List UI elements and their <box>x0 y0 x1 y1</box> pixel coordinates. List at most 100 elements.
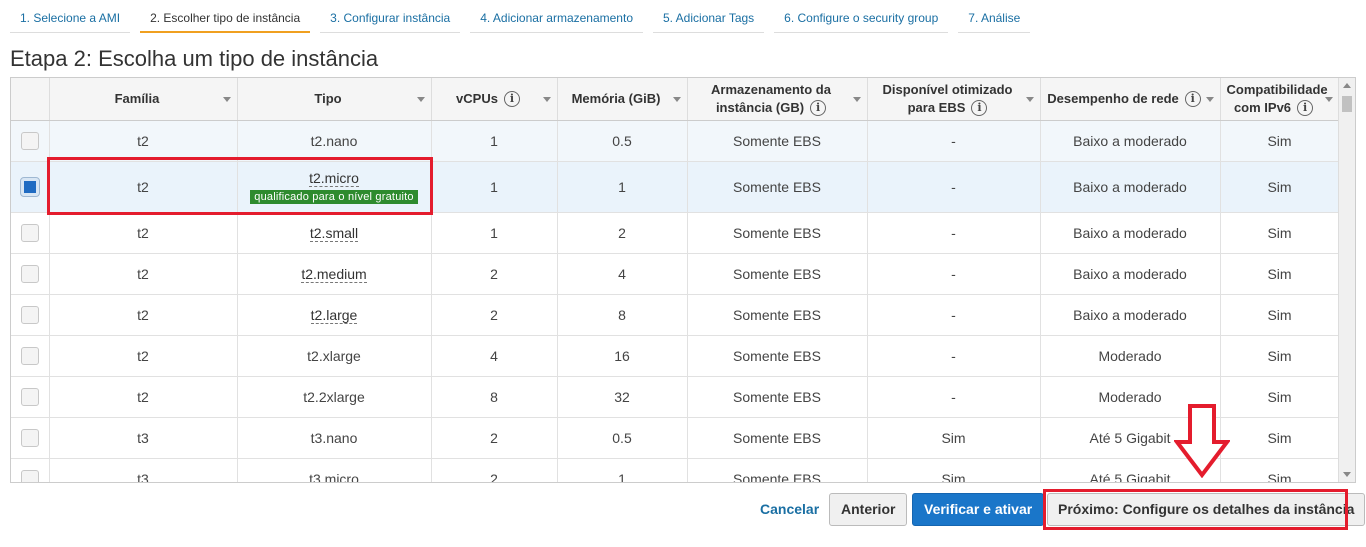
ipv6-cell: Sim <box>1220 417 1340 459</box>
sort-icon[interactable] <box>1205 96 1214 102</box>
memory-cell: 16 <box>557 335 688 377</box>
table-scrollbar[interactable] <box>1338 78 1355 482</box>
header-select <box>11 78 50 121</box>
scroll-down-icon[interactable] <box>1343 472 1351 477</box>
sort-icon[interactable] <box>222 96 231 102</box>
header-ebs-label-1: Disponível otimizado <box>882 81 1013 97</box>
step-add-storage[interactable]: 4. Adicionar armazenamento <box>470 0 643 33</box>
cancel-button[interactable]: Cancelar <box>760 501 819 517</box>
instance-type-link[interactable]: t2.large <box>310 306 358 324</box>
storage-cell: Somente EBS <box>687 253 868 295</box>
storage-cell: Somente EBS <box>687 458 868 482</box>
row-checkbox[interactable] <box>20 305 39 324</box>
sort-icon[interactable] <box>416 96 425 102</box>
row-select-cell <box>11 120 50 162</box>
previous-button[interactable]: Anterior <box>829 493 908 526</box>
family-cell: t2 <box>49 120 238 162</box>
ipv6-cell: Sim <box>1220 294 1340 336</box>
network-cell: Moderado <box>1040 335 1221 377</box>
ebs-cell: - <box>867 161 1041 213</box>
vcpus-cell: 8 <box>431 376 558 418</box>
header-vcpus[interactable]: vCPUs i <box>431 78 558 121</box>
table-row[interactable]: t2 t2.small 1 2 Somente EBS - Baixo a mo… <box>11 212 1340 254</box>
sort-icon[interactable] <box>852 96 861 102</box>
table-row[interactable]: t2 t2.medium 2 4 Somente EBS - Baixo a m… <box>11 253 1340 295</box>
info-icon[interactable]: i <box>971 100 988 117</box>
scrollbar-thumb[interactable] <box>1342 96 1352 112</box>
table-row[interactable]: t2 t2.large 2 8 Somente EBS - Baixo a mo… <box>11 294 1340 336</box>
header-type[interactable]: Tipo <box>237 78 432 121</box>
row-select-cell <box>11 253 50 295</box>
vcpus-cell: 2 <box>431 417 558 459</box>
step-configure-instance[interactable]: 3. Configurar instância <box>320 0 461 33</box>
row-select-cell <box>11 335 50 377</box>
type-cell: t2.xlarge <box>237 335 432 377</box>
instance-type-link[interactable]: t2.medium <box>301 265 367 283</box>
table-row[interactable]: t2 t2.2xlarge 8 32 Somente EBS - Moderad… <box>11 376 1340 418</box>
storage-cell: Somente EBS <box>687 120 868 162</box>
row-select-cell <box>11 376 50 418</box>
row-checkbox[interactable] <box>20 428 39 447</box>
header-storage[interactable]: Armazenamento da instância (GB) i <box>687 78 868 121</box>
instance-type-link[interactable]: t2.small <box>309 224 359 242</box>
header-storage-label-2: instância (GB) <box>715 99 805 115</box>
header-type-label: Tipo <box>314 90 342 106</box>
header-memory-label: Memória (GiB) <box>571 90 661 106</box>
ebs-cell: - <box>867 294 1041 336</box>
table-row[interactable]: t3 t3.nano 2 0.5 Somente EBS Sim Até 5 G… <box>11 417 1340 459</box>
step-select-ami[interactable]: 1. Selecione a AMI <box>10 0 131 33</box>
row-select-cell <box>11 161 50 213</box>
step-review[interactable]: 7. Análise <box>958 0 1031 33</box>
network-cell: Baixo a moderado <box>1040 253 1221 295</box>
ipv6-cell: Sim <box>1220 120 1340 162</box>
sort-icon[interactable] <box>1324 96 1333 102</box>
table-row-selected[interactable]: t2 t2.micro qualificado para o nível gra… <box>11 161 1340 213</box>
info-icon[interactable]: i <box>1184 91 1201 108</box>
table-row[interactable]: t2 t2.nano 1 0.5 Somente EBS - Baixo a m… <box>11 120 1340 162</box>
family-cell: t2 <box>49 253 238 295</box>
row-checkbox[interactable] <box>20 346 39 365</box>
row-checkbox[interactable] <box>20 469 39 482</box>
table-row[interactable]: t2 t2.xlarge 4 16 Somente EBS - Moderado… <box>11 335 1340 377</box>
sort-icon[interactable] <box>1025 96 1034 102</box>
review-and-launch-button[interactable]: Verificar e ativar <box>912 493 1045 526</box>
row-checkbox[interactable] <box>20 223 39 242</box>
network-cell: Baixo a moderado <box>1040 120 1221 162</box>
table-row[interactable]: t3 t3.micro 2 1 Somente EBS Sim Até 5 Gi… <box>11 458 1340 482</box>
network-cell: Baixo a moderado <box>1040 294 1221 336</box>
info-icon[interactable]: i <box>1297 100 1314 117</box>
ipv6-cell: Sim <box>1220 161 1340 213</box>
memory-cell: 1 <box>557 161 688 213</box>
header-ipv6[interactable]: Compatibilidade com IPv6 i <box>1220 78 1340 121</box>
sort-icon[interactable] <box>672 96 681 102</box>
header-ebs-optimized[interactable]: Disponível otimizado para EBS i <box>867 78 1041 121</box>
header-memory[interactable]: Memória (GiB) <box>557 78 688 121</box>
row-checkbox[interactable] <box>20 264 39 283</box>
row-checkbox-checked[interactable] <box>19 176 40 197</box>
row-select-cell <box>11 294 50 336</box>
family-cell: t2 <box>49 212 238 254</box>
header-family[interactable]: Família <box>49 78 238 121</box>
network-cell: Baixo a moderado <box>1040 212 1221 254</box>
scroll-up-icon[interactable] <box>1343 83 1351 88</box>
instance-type-link[interactable]: t2.micro <box>309 169 359 187</box>
info-icon[interactable]: i <box>503 91 520 108</box>
header-network[interactable]: Desempenho de rede i <box>1040 78 1221 121</box>
step-security-group[interactable]: 6. Configure o security group <box>774 0 949 33</box>
info-icon[interactable]: i <box>810 100 827 117</box>
type-cell: t3.nano <box>237 417 432 459</box>
next-configure-instance-button[interactable]: Próximo: Configure os detalhes da instân… <box>1047 493 1366 526</box>
type-cell: t2.small <box>237 212 432 254</box>
ebs-cell: - <box>867 335 1041 377</box>
step-instance-type[interactable]: 2. Escolher tipo de instância <box>140 0 311 33</box>
type-cell: t2.medium <box>237 253 432 295</box>
header-network-label: Desempenho de rede <box>1047 90 1179 106</box>
vcpus-cell: 2 <box>431 294 558 336</box>
sort-icon[interactable] <box>542 96 551 102</box>
row-checkbox[interactable] <box>20 131 39 150</box>
memory-cell: 8 <box>557 294 688 336</box>
step-add-tags[interactable]: 5. Adicionar Tags <box>653 0 765 33</box>
row-checkbox[interactable] <box>20 387 39 406</box>
ebs-cell: - <box>867 120 1041 162</box>
vcpus-cell: 1 <box>431 161 558 213</box>
